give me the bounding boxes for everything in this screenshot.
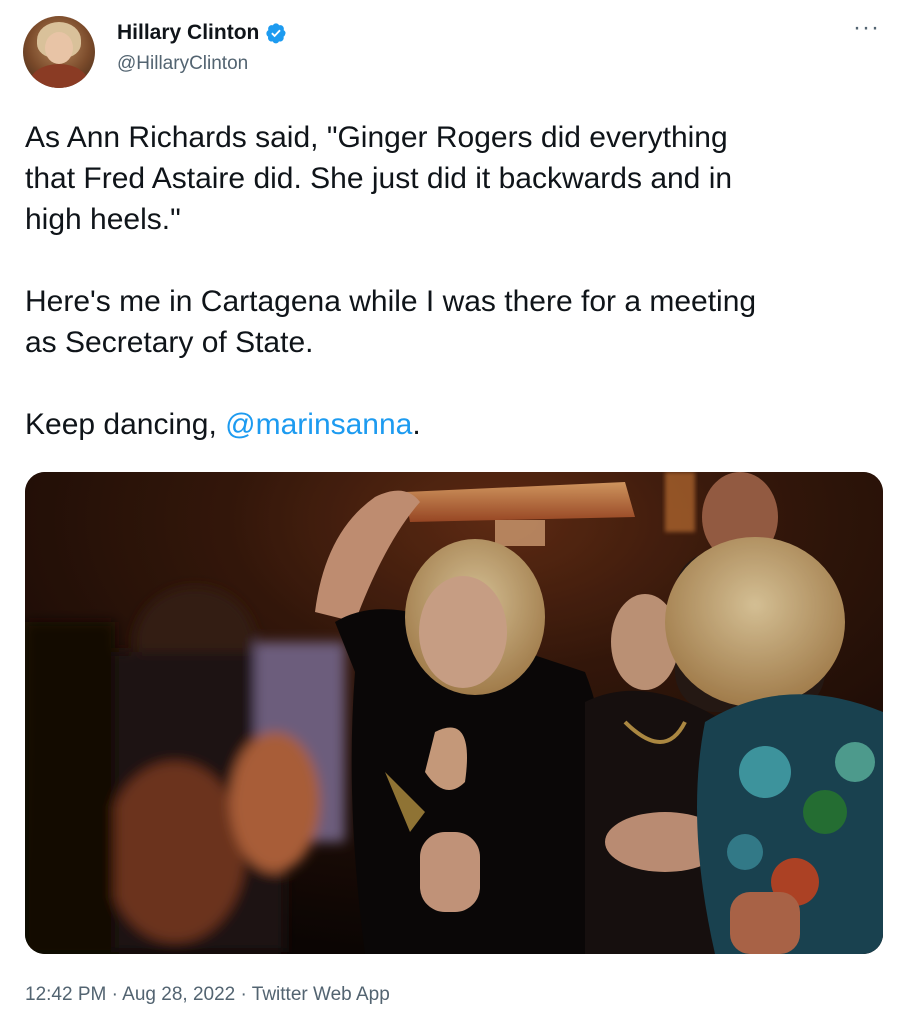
tweet-text-line: Keep dancing, @marinsanna.: [25, 404, 885, 445]
author-handle[interactable]: @HillaryClinton: [117, 53, 248, 75]
avatar-body-shape: [29, 64, 89, 88]
meta-separator: ·: [106, 984, 123, 1005]
tweet-text-line: As Ann Richards said, "Ginger Rogers did…: [25, 121, 728, 154]
tweet-text-line: as Secretary of State.: [25, 326, 314, 359]
meta-separator: ·: [235, 984, 252, 1005]
photo-vignette: [25, 472, 883, 954]
tweet-text-segment: Keep dancing,: [25, 408, 226, 441]
author-display-name[interactable]: Hillary Clinton: [117, 21, 259, 45]
tweet-photo[interactable]: [25, 472, 883, 954]
author-avatar[interactable]: [23, 16, 95, 88]
tweet-time[interactable]: 12:42 PM: [25, 984, 106, 1005]
verified-badge-icon: [266, 23, 286, 44]
tweet-text-line: high heels.": [25, 203, 181, 236]
tweet-text-segment: .: [412, 408, 421, 441]
author-name-row: Hillary Clinton: [117, 21, 287, 45]
avatar-face-shape: [45, 32, 73, 64]
tweet-source: Twitter Web App: [251, 984, 390, 1005]
more-options-icon[interactable]: ···: [853, 14, 880, 42]
tweet-text: As Ann Richards said, "Ginger Rogers did…: [25, 117, 885, 445]
tweet-text-line: Here's me in Cartagena while I was there…: [25, 285, 757, 318]
tweet-text-line: that Fred Astaire did. She just did it b…: [25, 162, 733, 195]
mention-link[interactable]: @marinsanna: [225, 408, 412, 441]
dance-photo-illustration: [25, 472, 883, 954]
tweet-date[interactable]: Aug 28, 2022: [122, 984, 235, 1005]
tweet-card: Hillary Clinton @HillaryClinton ··· As A…: [0, 0, 904, 1024]
tweet-metadata: 12:42 PM · Aug 28, 2022 · Twitter Web Ap…: [25, 984, 390, 1006]
